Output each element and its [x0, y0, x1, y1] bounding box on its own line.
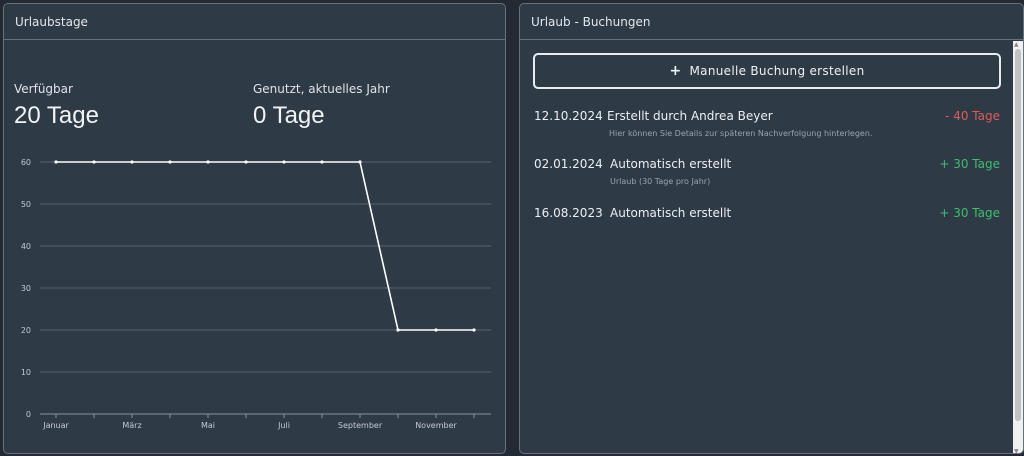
entry-note: Hier können Sie Details zur späteren Nac…	[609, 129, 873, 138]
entry-title: Erstellt durch Andrea Beyer	[607, 109, 773, 123]
used-stat: Genutzt, aktuelles Jahr 0 Tage	[253, 82, 390, 130]
y-tick-label: 20	[21, 326, 31, 335]
card-header: Urlaub - Buchungen	[520, 4, 1023, 40]
vacation-days-card: Urlaubstage Verfügbar 20 Tage Genutzt, a…	[3, 3, 506, 454]
y-tick-label: 40	[21, 242, 31, 251]
data-point	[396, 328, 400, 332]
data-point	[244, 160, 248, 164]
used-value: 0 Tage	[253, 102, 325, 129]
scroll-down-icon[interactable]: ▼	[1014, 448, 1019, 453]
y-tick-label: 0	[26, 410, 31, 419]
vacation-line-chart: 0 10 20 30 40 50 60 Januar März Mai Juli September N…	[21, 158, 491, 430]
available-label: Verfügbar	[14, 82, 73, 96]
scroll-up-icon[interactable]: ▲	[1014, 41, 1019, 48]
entry-date: 12.10.2024	[534, 109, 603, 123]
entry-amount: - 40 Tage	[945, 109, 1000, 123]
booking-entry: 02.01.2024 Automatisch erstellt + 30 Tag…	[534, 157, 1000, 186]
x-tick-label: Januar	[42, 421, 69, 430]
x-tick-label: September	[338, 421, 383, 430]
entry-amount: + 30 Tage	[939, 206, 1000, 220]
plus-icon: +	[669, 63, 682, 79]
x-tick-label: März	[122, 421, 141, 430]
data-point	[434, 328, 438, 332]
data-point	[472, 328, 476, 332]
card-title: Urlaubstage	[15, 14, 88, 29]
entry-title: Automatisch erstellt	[610, 206, 732, 220]
bookings-card: Urlaub - Buchungen + Manuelle Buchung er…	[519, 3, 1024, 454]
available-value: 20 Tage	[14, 102, 99, 129]
entry-title: Automatisch erstellt	[610, 157, 732, 171]
create-booking-label: Manuelle Buchung erstellen	[689, 64, 865, 78]
x-tick-label: Juli	[277, 421, 290, 430]
y-tick-label: 50	[21, 200, 31, 209]
entry-note: Urlaub (30 Tage pro Jahr)	[610, 177, 711, 186]
booking-entry: 12.10.2024 Erstellt durch Andrea Beyer -…	[534, 109, 1000, 138]
y-tick-label: 60	[21, 158, 31, 167]
y-tick-label: 10	[21, 368, 31, 377]
x-tick-label: November	[415, 421, 457, 430]
data-point	[168, 160, 172, 164]
data-point	[130, 160, 134, 164]
scrollbar[interactable]: ▲ ▼	[1013, 41, 1023, 453]
card-title: Urlaub - Buchungen	[531, 14, 651, 29]
y-tick-label: 30	[21, 284, 31, 293]
available-stat: Verfügbar 20 Tage	[14, 82, 99, 130]
create-booking-button[interactable]: + Manuelle Buchung erstellen	[533, 53, 1001, 89]
entry-amount: + 30 Tage	[939, 157, 1000, 171]
data-point	[92, 160, 96, 164]
data-point	[358, 160, 362, 164]
x-tick-label: Mai	[201, 421, 215, 430]
data-point	[54, 160, 58, 164]
data-point	[320, 160, 324, 164]
entry-date: 16.08.2023	[534, 206, 603, 220]
data-point	[282, 160, 286, 164]
entry-date: 02.01.2024	[534, 157, 603, 171]
used-label: Genutzt, aktuelles Jahr	[253, 82, 390, 96]
card-header: Urlaubstage	[4, 4, 505, 40]
data-point	[206, 160, 210, 164]
scroll-thumb[interactable]	[1015, 49, 1021, 421]
booking-entry: 16.08.2023 Automatisch erstellt + 30 Tag…	[534, 206, 1000, 222]
